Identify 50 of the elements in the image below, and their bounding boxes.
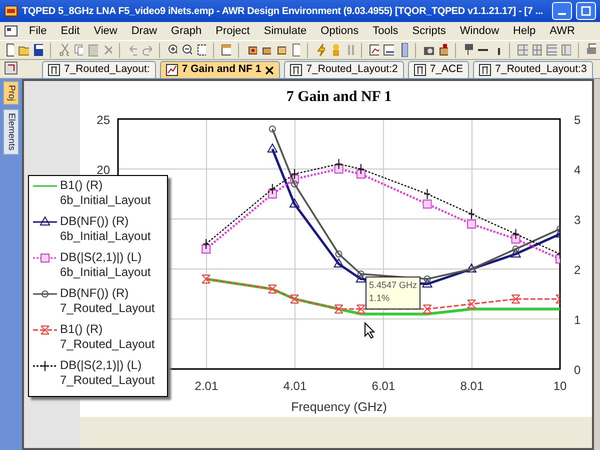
y-tick-label: 1 xyxy=(574,313,581,327)
x-tick-label: 4.01 xyxy=(283,379,307,393)
legend-label: B1() (R) xyxy=(60,178,103,193)
legend-label: DB(|S(2,1)|) (L) xyxy=(60,250,142,265)
legend-source: 7_Routed_Layout xyxy=(59,337,156,352)
y-tick-label: 5 xyxy=(574,113,581,127)
x-tick-label: 2.01 xyxy=(194,379,218,393)
document-tab[interactable]: 7_Routed_Layout:3 xyxy=(473,61,593,78)
legend-source: 7_Routed_Layout xyxy=(59,373,156,388)
y-tick-label: 3 xyxy=(574,213,581,227)
menu-item[interactable]: View xyxy=(86,22,124,40)
menu-item[interactable]: Project xyxy=(208,22,257,40)
legend-source: 6b_Initial_Layout xyxy=(59,193,152,208)
legend-label: DB(NF()) (R) xyxy=(60,286,129,301)
menu-item[interactable]: Graph xyxy=(164,22,209,40)
menu-item[interactable]: Window xyxy=(452,22,506,40)
x-tick-label: 6.01 xyxy=(372,379,396,393)
document-tab[interactable]: 7_Routed_Layout: xyxy=(42,61,156,78)
document-tab[interactable]: 7_ACE xyxy=(408,61,470,78)
menu-item[interactable]: AWR xyxy=(542,22,582,40)
legend-source: 7_Routed_Layout xyxy=(59,301,156,316)
menu-item[interactable]: Help xyxy=(506,22,543,40)
chart-title: 7 Gain and NF 1 xyxy=(286,89,392,105)
legend-label: DB(NF()) (R) xyxy=(60,214,129,229)
document-tab[interactable]: 7 Gain and NF 1 xyxy=(160,61,280,78)
menu-item[interactable]: Edit xyxy=(54,22,87,40)
menu-item[interactable]: File xyxy=(22,22,54,40)
y-tick-label: 25 xyxy=(96,113,110,127)
legend-source: 6b_Initial_Layout xyxy=(59,229,152,244)
legend-label: B1() (R) xyxy=(60,322,103,337)
tooltip-text: 5.4547 GHz xyxy=(369,280,418,290)
menu-item[interactable]: Options xyxy=(314,22,366,40)
y-tick-label: 4 xyxy=(574,163,581,177)
y-tick-label: 0 xyxy=(574,363,581,377)
menu-item[interactable]: Draw xyxy=(124,22,164,40)
legend-label: DB(|S(2,1)|) (L) xyxy=(60,358,142,373)
tooltip-text: 1.1% xyxy=(369,293,390,303)
side-tab[interactable]: Proj xyxy=(3,81,19,106)
menu-item[interactable]: Simulate xyxy=(256,22,314,40)
window-title: TQPED 5_8GHz LNA F5_video9 iNets.emp - AWR Design Environment (9.03.4955) [TQOR_TQPED v1.1.21.17] - [7 ... xyxy=(22,4,544,18)
legend-source: 6b_Initial_Layout xyxy=(59,265,152,280)
document-tab[interactable]: 7_Routed_Layout:2 xyxy=(284,61,404,78)
menu-item[interactable]: Tools xyxy=(366,22,406,40)
x-tick-label: 8.01 xyxy=(460,379,484,393)
y-tick-label: 2 xyxy=(574,263,581,277)
x-axis-title: Frequency (GHz) xyxy=(291,400,387,414)
y-tick-label: 20 xyxy=(96,163,110,177)
side-tab[interactable]: Elements xyxy=(3,109,19,155)
menu-item[interactable]: Scripts xyxy=(405,22,453,40)
x-tick-label: 10 xyxy=(553,379,567,393)
